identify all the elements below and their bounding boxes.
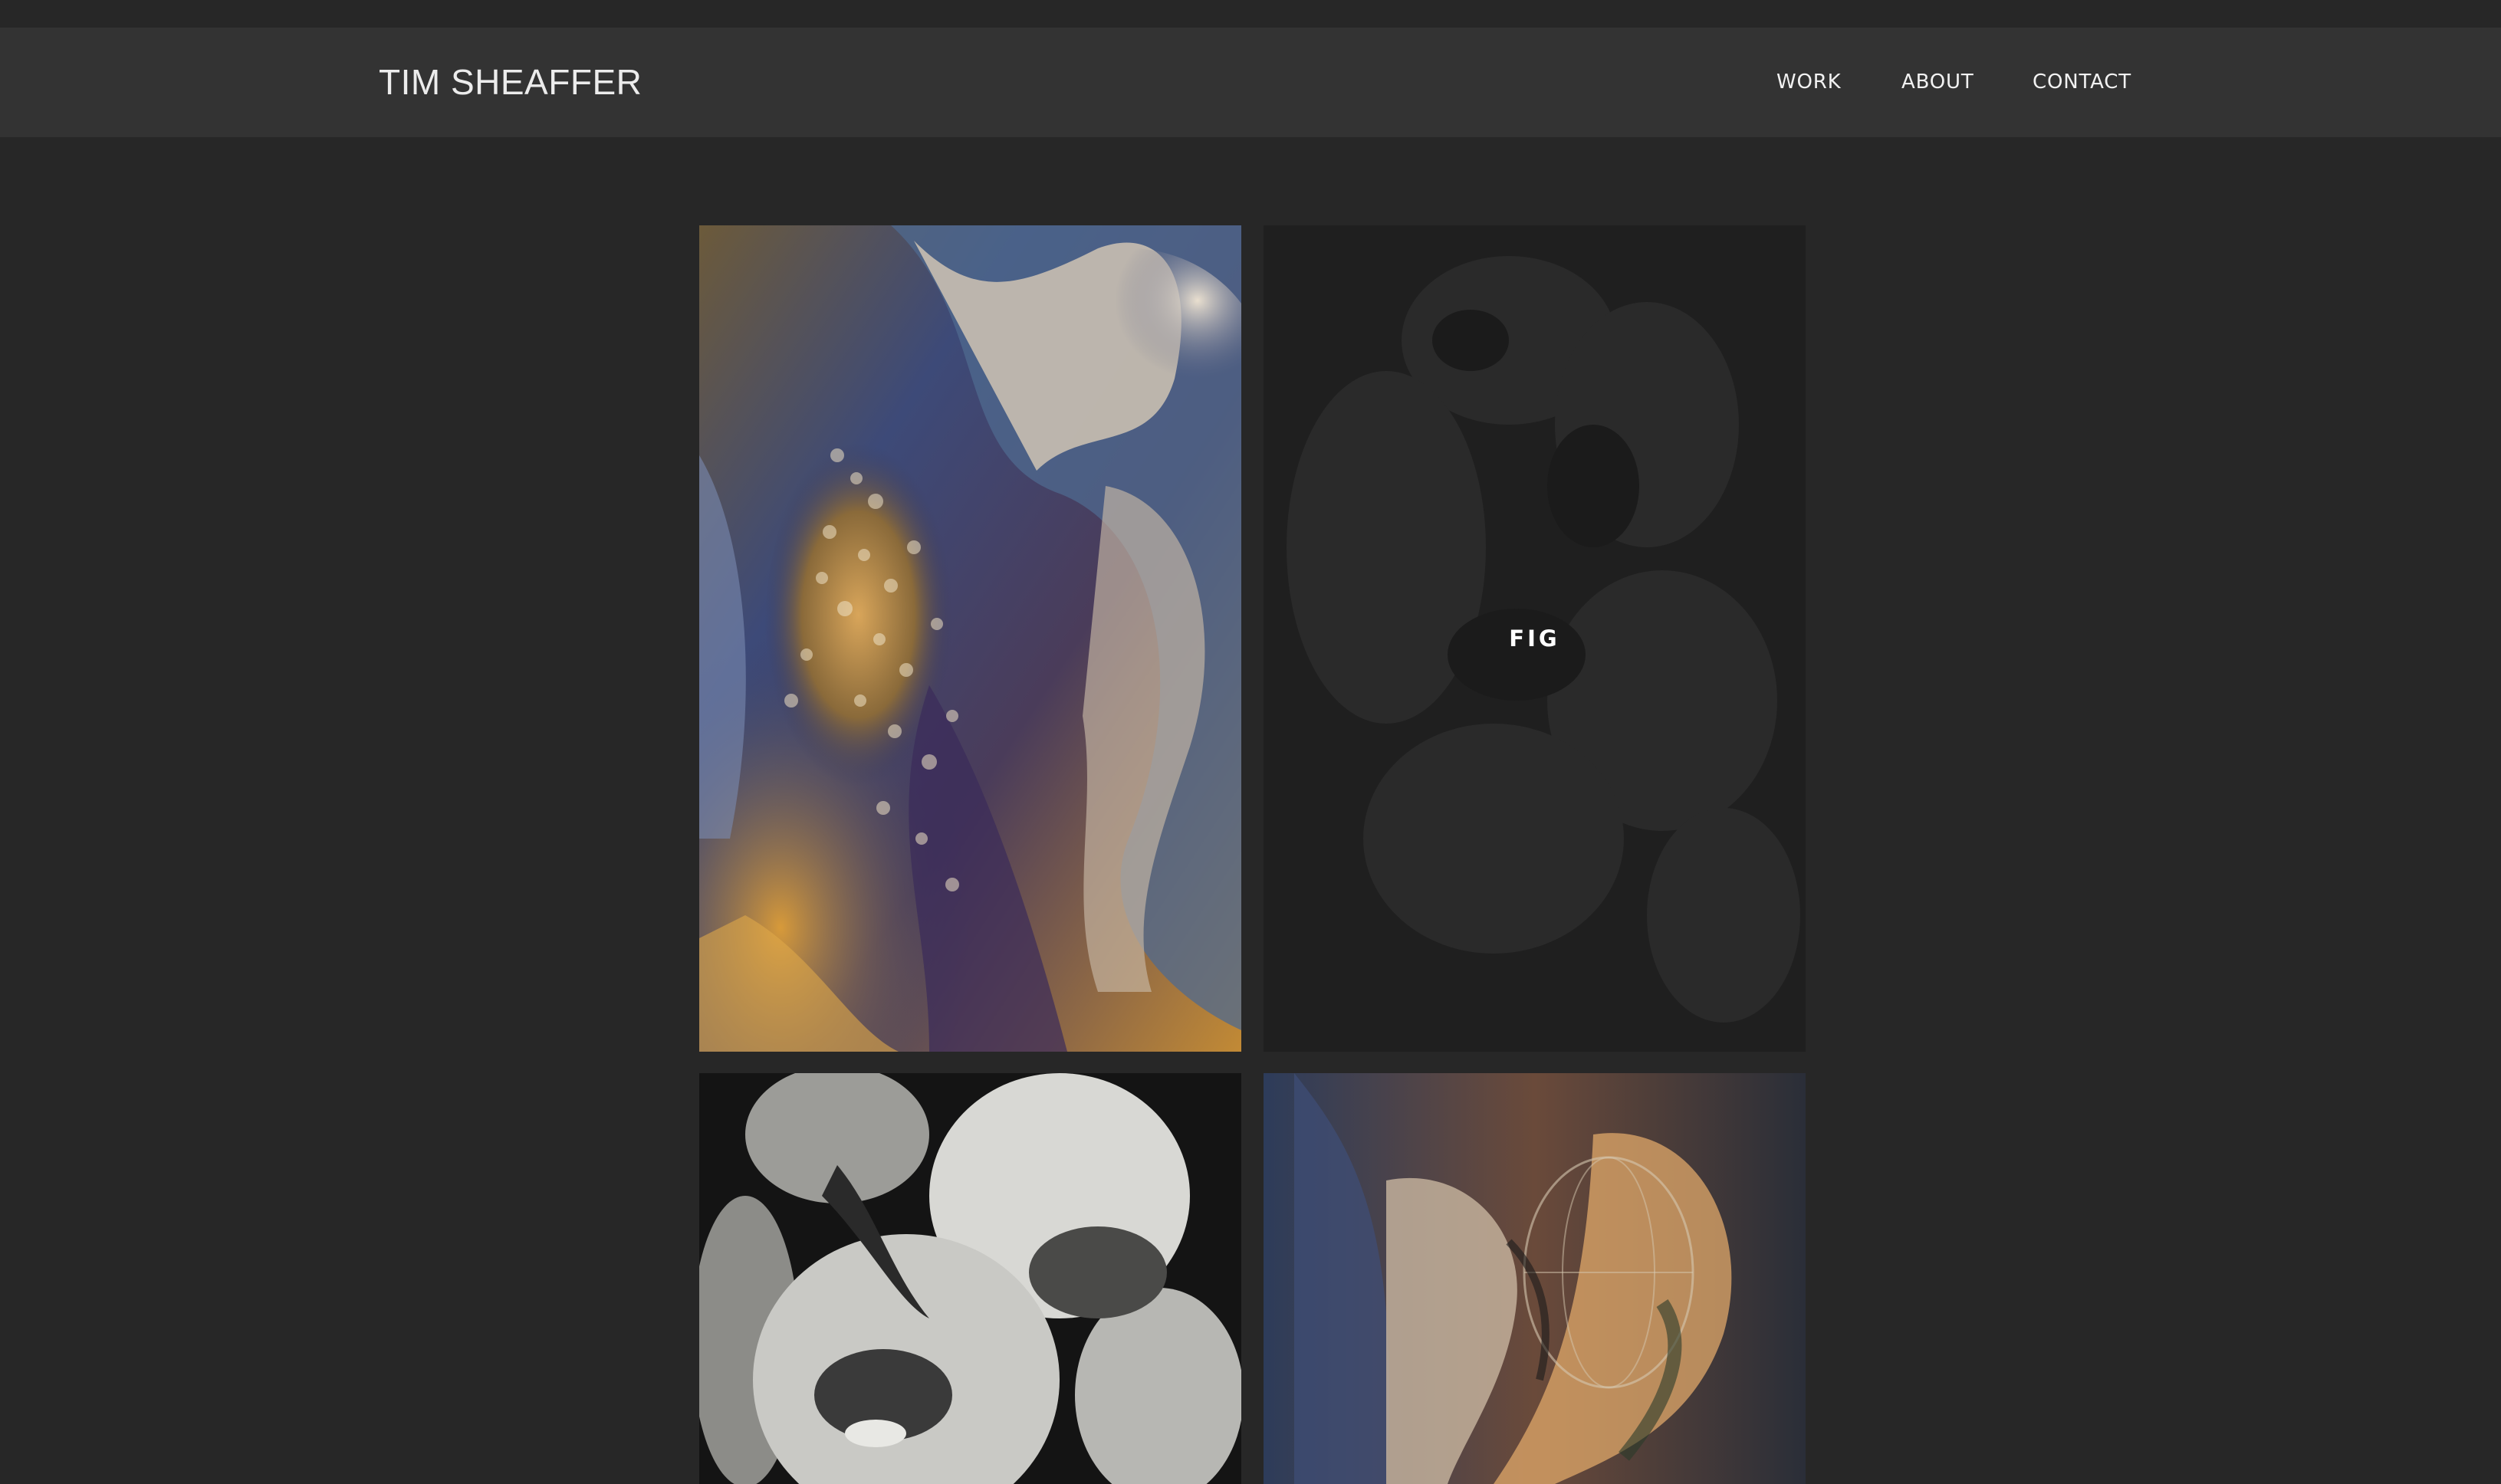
top-strip	[0, 0, 2501, 28]
gallery-tile-3[interactable]	[699, 1073, 1241, 1484]
tile-caption-fig[interactable]: FIG	[1264, 225, 1806, 1052]
nav-about-link[interactable]: ABOUT	[1901, 28, 1974, 137]
gallery-tile-1[interactable]	[699, 225, 1241, 1052]
monochrome-abstract-face-image	[699, 1073, 1241, 1484]
gallery-tile-4[interactable]	[1264, 1073, 1806, 1484]
colorful-abstract-figure-image	[699, 225, 1241, 1052]
colorful-abstract-torso-image	[1264, 1073, 1806, 1484]
site-title[interactable]: TIM SHEAFFER	[379, 28, 642, 137]
gallery-tile-2[interactable]: FIG	[1264, 225, 1806, 1052]
nav-work-link[interactable]: WORK	[1776, 28, 1842, 137]
nav-contact-link[interactable]: CONTACT	[2033, 28, 2131, 137]
site-header: TIM SHEAFFER WORK ABOUT CONTACT	[0, 28, 2501, 137]
